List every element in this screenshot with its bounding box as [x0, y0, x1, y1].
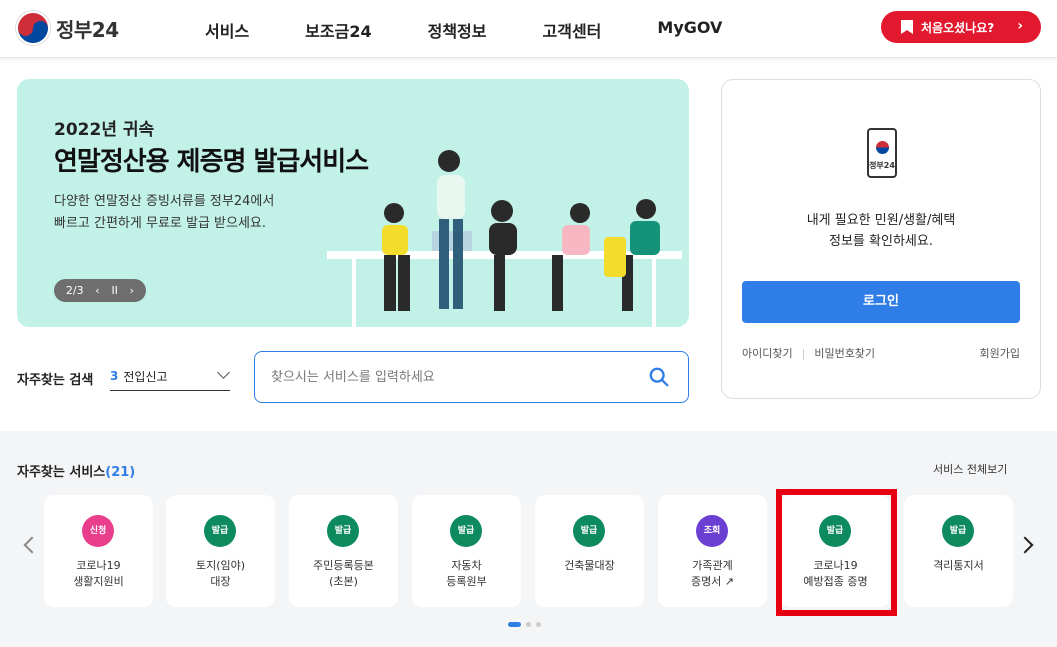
- banner-title: 연말정산용 제증명 발급서비스: [54, 147, 369, 177]
- service-label: 주민등록등본 (초본): [313, 559, 374, 588]
- logo-text: 정부24: [56, 17, 119, 42]
- chevron-right-icon[interactable]: ›: [130, 284, 134, 297]
- service-badge: 조회: [696, 515, 728, 547]
- service-badge: 발급: [450, 515, 482, 547]
- service-card-quarantine-notice[interactable]: 발급 격리통지서: [904, 495, 1013, 607]
- account-links: 아이디찾기 | 비밀번호찾기: [742, 345, 875, 361]
- service-badge: 발급: [204, 515, 236, 547]
- bookmark-icon: [901, 20, 913, 34]
- banner-page-indicator: 2/3: [65, 284, 84, 297]
- banner-desc-line: 빠르고 간편하게 무료로 발급 받으세요.: [54, 216, 267, 231]
- pagination-dot-active[interactable]: [508, 622, 521, 627]
- search-input[interactable]: [271, 364, 631, 390]
- service-label: 토지(임야) 대장: [195, 559, 246, 588]
- login-message: 내게 필요한 민원/생활/혜택 정보를 확인하세요.: [722, 210, 1040, 252]
- service-badge: 발급: [573, 515, 605, 547]
- banner-desc-line: 다양한 연말정산 증빙서류를 정부24에서: [54, 194, 275, 209]
- carousel-prev-arrow-icon[interactable]: [23, 536, 41, 554]
- service-card-land-register[interactable]: 발급 토지(임야) 대장: [166, 495, 275, 607]
- taegeuk-logo-icon: [16, 11, 50, 45]
- mobile-phone-icon: 정부24: [867, 128, 897, 178]
- chevron-left-icon[interactable]: ‹: [95, 284, 99, 297]
- service-badge: 발급: [327, 515, 359, 547]
- keyword-rank: 3: [110, 369, 119, 383]
- service-card-family-relation[interactable]: 조회 가족관계 증명서 ↗: [658, 495, 767, 607]
- services-count: (21): [105, 465, 136, 480]
- taegeuk-icon: [876, 141, 889, 154]
- login-message-line: 정보를 확인하세요.: [829, 234, 933, 249]
- highlight-box: [776, 489, 897, 616]
- frequent-keyword-select[interactable]: 3 전입신고: [110, 362, 230, 391]
- services-title: 자주찾는 서비스(21): [17, 461, 135, 480]
- service-badge: 발급: [942, 515, 974, 547]
- banner-subtitle: 2022년 귀속: [54, 120, 155, 140]
- service-label: 가족관계 증명서 ↗: [690, 559, 735, 588]
- chevron-right-icon: ›: [1017, 18, 1023, 34]
- service-label: 자동차 등록원부: [446, 559, 487, 588]
- service-card-building-register[interactable]: 발급 건축물대장: [535, 495, 644, 607]
- pause-icon[interactable]: II: [111, 284, 118, 297]
- phone-label: 정부24: [869, 161, 895, 170]
- promo-banner[interactable]: 2022년 귀속 연말정산용 제증명 발급서비스 다양한 연말정산 증빙서류를 …: [17, 79, 689, 327]
- frequent-search-label: 자주찾는 검색: [17, 373, 94, 388]
- nav-item-policy[interactable]: 정책정보: [428, 18, 487, 42]
- find-password-link[interactable]: 비밀번호찾기: [814, 345, 875, 361]
- services-title-text: 자주찾는 서비스: [17, 465, 106, 480]
- banner-description: 다양한 연말정산 증빙서류를 정부24에서 빠르고 간편하게 무료로 발급 받으…: [54, 191, 274, 235]
- banner-illustration: [327, 150, 682, 327]
- service-card-vehicle-registration[interactable]: 발급 자동차 등록원부: [412, 495, 521, 607]
- search-box: [254, 351, 689, 403]
- nav-item-customer-center[interactable]: 고객센터: [543, 18, 602, 42]
- service-label: 건축물대장: [564, 559, 615, 572]
- nav-item-mygov[interactable]: MyGOV: [657, 18, 722, 42]
- service-badge: 신청: [82, 515, 114, 547]
- login-panel: 정부24 내게 필요한 민원/생활/혜택 정보를 확인하세요. 로그인 아이디찾…: [721, 79, 1041, 399]
- nav-item-services[interactable]: 서비스: [205, 18, 249, 42]
- frequent-services-section: 자주찾는 서비스(21) 서비스 전체보기 신청 코로나19 생활지원비 발급 …: [0, 431, 1057, 647]
- login-button[interactable]: 로그인: [742, 281, 1020, 323]
- pagination-dot[interactable]: [536, 622, 541, 627]
- service-label: 격리통지서: [933, 559, 984, 572]
- site-header: 정부24 서비스 보조금24 정책정보 고객센터 MyGOV 처음오셨나요? ›: [0, 0, 1057, 58]
- main-nav: 서비스 보조금24 정책정보 고객센터 MyGOV: [205, 18, 778, 42]
- first-visit-button[interactable]: 처음오셨나요? ›: [881, 11, 1041, 43]
- carousel-pagination: [508, 622, 541, 627]
- join-link[interactable]: 회원가입: [980, 345, 1020, 361]
- keyword-text: 전입신고: [123, 369, 168, 384]
- service-card-resident-registration[interactable]: 발급 주민등록등본 (초본): [289, 495, 398, 607]
- view-all-services-link[interactable]: 서비스 전체보기: [933, 461, 1007, 477]
- banner-controls: 2/3 ‹ II ›: [54, 279, 146, 302]
- find-id-link[interactable]: 아이디찾기: [742, 345, 793, 361]
- service-card-covid-support[interactable]: 신청 코로나19 생활지원비: [44, 495, 153, 607]
- carousel-next-arrow-icon[interactable]: [1016, 536, 1034, 554]
- chevron-down-icon: [217, 366, 230, 379]
- link-divider: |: [801, 346, 806, 360]
- first-visit-label: 처음오셨나요?: [921, 20, 995, 35]
- search-icon[interactable]: [648, 366, 670, 388]
- pagination-dot[interactable]: [526, 622, 531, 627]
- login-message-line: 내게 필요한 민원/생활/혜택: [806, 213, 956, 228]
- service-label: 코로나19 생활지원비: [73, 559, 124, 588]
- nav-item-subsidy[interactable]: 보조금24: [305, 18, 371, 42]
- site-logo[interactable]: 정부24: [16, 11, 119, 45]
